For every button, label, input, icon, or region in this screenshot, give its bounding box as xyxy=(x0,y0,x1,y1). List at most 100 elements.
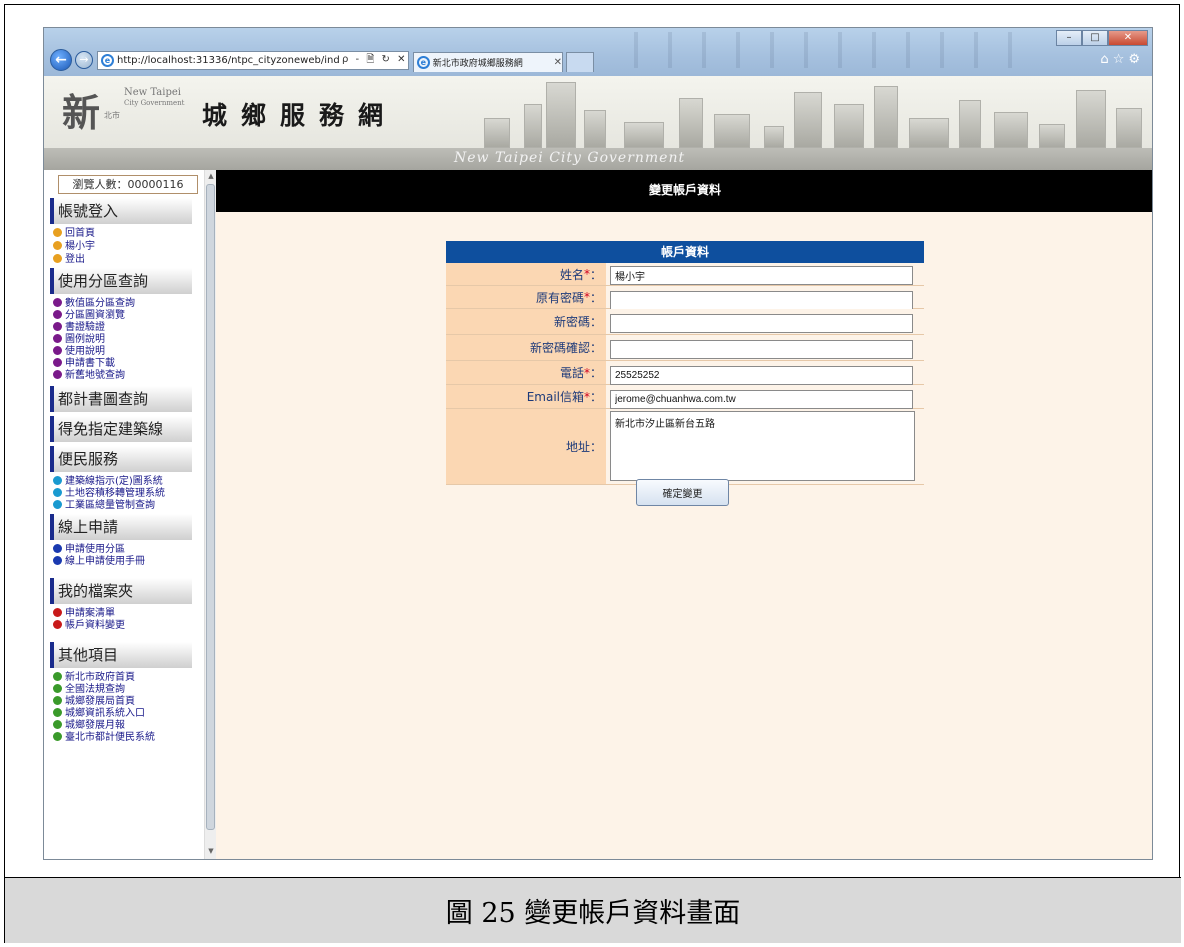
sidebar-item-label: 分區圖資瀏覽 xyxy=(65,310,125,321)
ie-icon: e xyxy=(101,54,114,67)
confirm-change-button[interactable]: 確定變更 xyxy=(636,479,729,506)
sidebar-item-lot-number-query[interactable]: 新舊地號查詢 xyxy=(53,370,125,382)
scroll-down-icon[interactable]: ▼ xyxy=(206,846,216,856)
form-title: 帳戶資料 xyxy=(446,241,924,263)
sidebar-item-apply-zone-use[interactable]: 申請使用分區 xyxy=(53,544,125,556)
address-bar-tools[interactable]: ρ - 🗎 ↻ ✕ xyxy=(342,52,407,69)
sidebar-item-monthly-report[interactable]: 城鄉發展月報 xyxy=(53,720,125,732)
section-online-application[interactable]: 線上申請 xyxy=(50,514,192,540)
sidebar-item-info-system-portal[interactable]: 城鄉資訊系統入口 xyxy=(53,708,145,720)
bullet-icon xyxy=(53,684,62,693)
section-building-line-exempt[interactable]: 得免指定建築線 xyxy=(50,416,192,442)
section-zone-query[interactable]: 使用分區查詢 xyxy=(50,268,192,294)
label-colon: ： xyxy=(589,341,602,355)
bullet-icon xyxy=(53,696,62,705)
sidebar-item-city-gov-home[interactable]: 新北市政府首頁 xyxy=(53,672,135,684)
sidebar-item-label: 登出 xyxy=(65,254,85,265)
sidebar-item-land-transfer-system[interactable]: 土地容積移轉管理系統 xyxy=(53,488,165,500)
site-title: 城鄉服務網 xyxy=(202,101,398,130)
form-row-phone: 電話 *： xyxy=(446,361,924,385)
sidebar-item-form-download[interactable]: 申請書下載 xyxy=(53,358,115,370)
bullet-icon xyxy=(53,720,62,729)
forward-button[interactable]: → xyxy=(75,51,93,69)
section-other-items[interactable]: 其他項目 xyxy=(50,642,192,668)
old-password-field[interactable] xyxy=(610,291,913,310)
bullet-icon xyxy=(53,358,62,367)
label-colon: ： xyxy=(589,290,602,305)
section-my-folder[interactable]: 我的檔案夾 xyxy=(50,578,192,604)
sidebar-item-label: 土地容積移轉管理系統 xyxy=(65,488,165,499)
sidebar-item-label: 數值區分區查詢 xyxy=(65,298,135,309)
browser-screenshot: ← → e http://localhost:31336/ntpc_cityzo… xyxy=(43,27,1153,860)
site-header: 新 北市 New Taipei City Government 城鄉服務網 xyxy=(44,76,1152,148)
old-password-label-text: 原有密碼 xyxy=(535,290,584,305)
sidebar-item-usage-guide[interactable]: 使用說明 xyxy=(53,346,105,358)
sidebar-item-industrial-zone-query[interactable]: 工業區總量管制查詢 xyxy=(53,500,155,512)
label-colon: ： xyxy=(589,267,602,282)
figure-caption-box: 圖 25 變更帳戶資料畫面 xyxy=(5,877,1181,943)
sidebar-scrollbar[interactable]: ▲ ▼ xyxy=(204,170,216,859)
maximize-button[interactable]: □ xyxy=(1082,30,1108,46)
confirm-password-field[interactable] xyxy=(610,340,913,359)
window-controls: – □ ✕ xyxy=(1056,30,1148,46)
confirm-password-label: 新密碼確認： xyxy=(446,335,606,360)
sidebar-item-home[interactable]: 回首頁 xyxy=(53,228,95,240)
document-frame: ← → e http://localhost:31336/ntpc_cityzo… xyxy=(4,4,1181,943)
sidebar-item-account-change[interactable]: 帳戶資料變更 xyxy=(53,620,125,632)
sidebar-item-law-query[interactable]: 全國法規查詢 xyxy=(53,684,125,696)
name-field[interactable] xyxy=(610,266,913,285)
form-row-name: 姓名 *： xyxy=(446,263,924,286)
minimize-button[interactable]: – xyxy=(1056,30,1082,46)
section-public-service[interactable]: 便民服務 xyxy=(50,446,192,472)
new-password-label: 新密碼： xyxy=(446,309,606,334)
page-title: 變更帳戶資料 xyxy=(216,170,1152,212)
tab-close-icon[interactable]: ✕ xyxy=(554,57,562,68)
sidebar-item-zone-map-browse[interactable]: 分區圖資瀏覽 xyxy=(53,310,125,322)
section-urban-plan-query[interactable]: 都計書圖查詢 xyxy=(50,386,192,412)
form-row-confirm-password: 新密碼確認： xyxy=(446,335,924,361)
email-label: Email信箱 *： xyxy=(446,385,606,408)
sidebar-item-bureau-home[interactable]: 城鄉發展局首頁 xyxy=(53,696,135,708)
browser-tab[interactable]: e 新北市政府城鄉服務網 ✕ xyxy=(413,52,563,72)
new-tab-button[interactable] xyxy=(566,52,594,72)
scroll-thumb[interactable] xyxy=(206,184,215,830)
bullet-icon xyxy=(53,254,62,263)
phone-label: 電話 *： xyxy=(446,361,606,384)
form-row-old-password: 原有密碼 *： xyxy=(446,286,924,310)
site-subtitle-bar: New Taipei City Government xyxy=(44,148,1152,170)
address-label: 地址： xyxy=(446,409,606,484)
sidebar-item-label: 城鄉發展月報 xyxy=(65,720,125,731)
sidebar-item-label: 線上申請使用手冊 xyxy=(65,556,145,567)
email-label-text: Email信箱 xyxy=(526,390,584,404)
sidebar-item-numeric-zone-query[interactable]: 數值區分區查詢 xyxy=(53,298,135,310)
label-colon: ： xyxy=(589,315,602,329)
new-password-field[interactable] xyxy=(610,314,913,333)
star-icon[interactable]: ☆ xyxy=(1113,52,1129,67)
sidebar-item-label: 申請書下載 xyxy=(65,358,115,369)
gear-icon[interactable]: ⚙ xyxy=(1128,52,1144,67)
email-field[interactable] xyxy=(610,390,913,409)
confirm-password-label-text: 新密碼確認 xyxy=(529,341,590,355)
home-icon[interactable]: ⌂ xyxy=(1100,52,1112,67)
sidebar-item-online-manual[interactable]: 線上申請使用手冊 xyxy=(53,556,145,568)
sidebar: 瀏覽人數：00000116 帳號登入 回首頁 楊小宇 登出 使用分區查詢 數值區… xyxy=(44,170,216,859)
phone-field[interactable] xyxy=(610,366,913,385)
sidebar-item-logout[interactable]: 登出 xyxy=(53,254,85,266)
bullet-icon xyxy=(53,500,62,509)
address-field[interactable]: 新北市汐止區新台五路 xyxy=(610,411,915,481)
section-account-login[interactable]: 帳號登入 xyxy=(50,198,192,224)
url-text[interactable]: http://localhost:31336/ntpc_cityzoneweb/… xyxy=(117,55,342,66)
scroll-up-icon[interactable]: ▲ xyxy=(206,171,216,181)
address-bar[interactable]: e http://localhost:31336/ntpc_cityzonewe… xyxy=(97,51,409,70)
sidebar-item-taipei-urban-system[interactable]: 臺北市都計便民系統 xyxy=(53,732,155,744)
form-row-email: Email信箱 *： xyxy=(446,385,924,409)
bullet-icon xyxy=(53,334,62,343)
sidebar-item-legend[interactable]: 圖例說明 xyxy=(53,334,105,346)
account-form: 帳戶資料 姓名*： 原有密碼*： 新密碼： 新密碼確認： xyxy=(446,241,924,485)
close-window-button[interactable]: ✕ xyxy=(1108,30,1148,46)
back-button[interactable]: ← xyxy=(50,49,72,71)
sidebar-item-application-list[interactable]: 申請案清單 xyxy=(53,608,115,620)
sidebar-item-certificate-verify[interactable]: 書證驗證 xyxy=(53,322,105,334)
sidebar-item-building-line-system[interactable]: 建築線指示(定)圖系統 xyxy=(53,476,163,488)
sidebar-item-user[interactable]: 楊小宇 xyxy=(53,241,95,253)
